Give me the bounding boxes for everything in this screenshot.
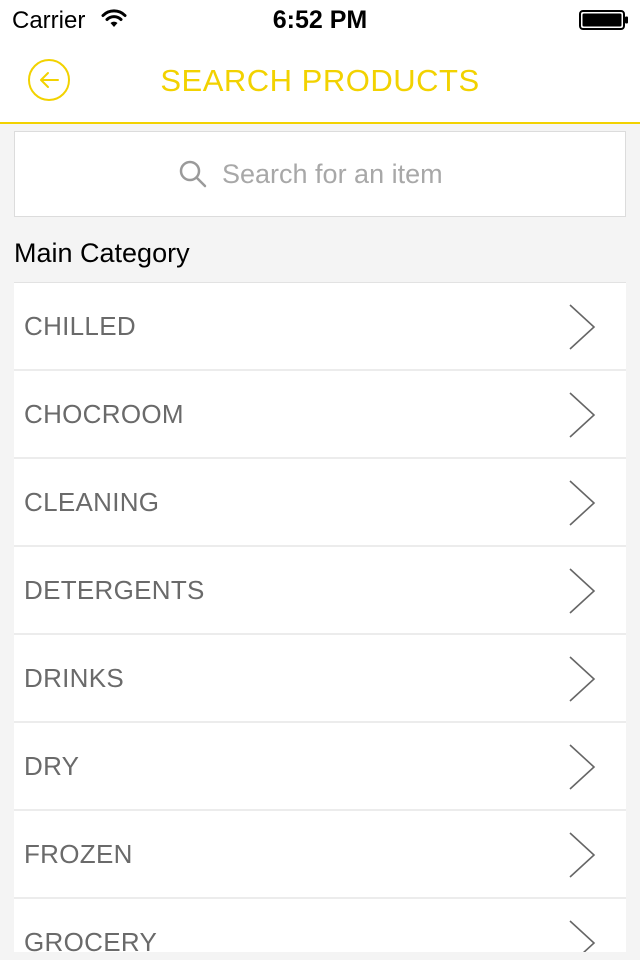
category-item-frozen[interactable]: FROZEN: [14, 811, 626, 899]
battery-icon: [579, 10, 628, 30]
chevron-right-icon: [569, 392, 596, 438]
section-label: Main Category: [14, 238, 190, 268]
chevron-right-icon: [569, 920, 596, 952]
nav-bar: SEARCH PRODUCTS: [0, 40, 640, 124]
chevron-right-icon: [569, 480, 596, 526]
status-bar: Carrier 6:52 PM: [0, 0, 640, 40]
category-label: CHILLED: [24, 311, 136, 341]
chevron-right-icon: [569, 304, 596, 350]
page-title: SEARCH PRODUCTS: [160, 63, 480, 98]
search-box[interactable]: [14, 131, 626, 217]
category-list: CHILLED CHOCROOM CLEANING DETERGENTS DRI…: [14, 282, 626, 952]
category-label: CLEANING: [24, 487, 160, 517]
category-item-detergents[interactable]: DETERGENTS: [14, 547, 626, 635]
category-item-grocery[interactable]: GROCERY: [14, 899, 626, 952]
search-icon: [179, 160, 207, 188]
category-item-dry[interactable]: DRY: [14, 723, 626, 811]
category-item-drinks[interactable]: DRINKS: [14, 635, 626, 723]
category-label: DRINKS: [24, 663, 125, 693]
chevron-right-icon: [569, 568, 596, 614]
category-item-cleaning[interactable]: CLEANING: [14, 459, 626, 547]
chevron-right-icon: [569, 832, 596, 878]
category-label: DRY: [24, 751, 80, 781]
category-item-chilled[interactable]: CHILLED: [14, 283, 626, 371]
category-label: DETERGENTS: [24, 575, 205, 605]
category-label: GROCERY: [24, 927, 158, 952]
category-label: FROZEN: [24, 839, 133, 869]
clock: 6:52 PM: [272, 6, 368, 34]
category-item-chocroom[interactable]: CHOCROOM: [14, 371, 626, 459]
category-label: CHOCROOM: [24, 399, 184, 429]
chevron-right-icon: [569, 744, 596, 790]
chevron-right-icon: [569, 656, 596, 702]
search-input[interactable]: [222, 158, 462, 190]
